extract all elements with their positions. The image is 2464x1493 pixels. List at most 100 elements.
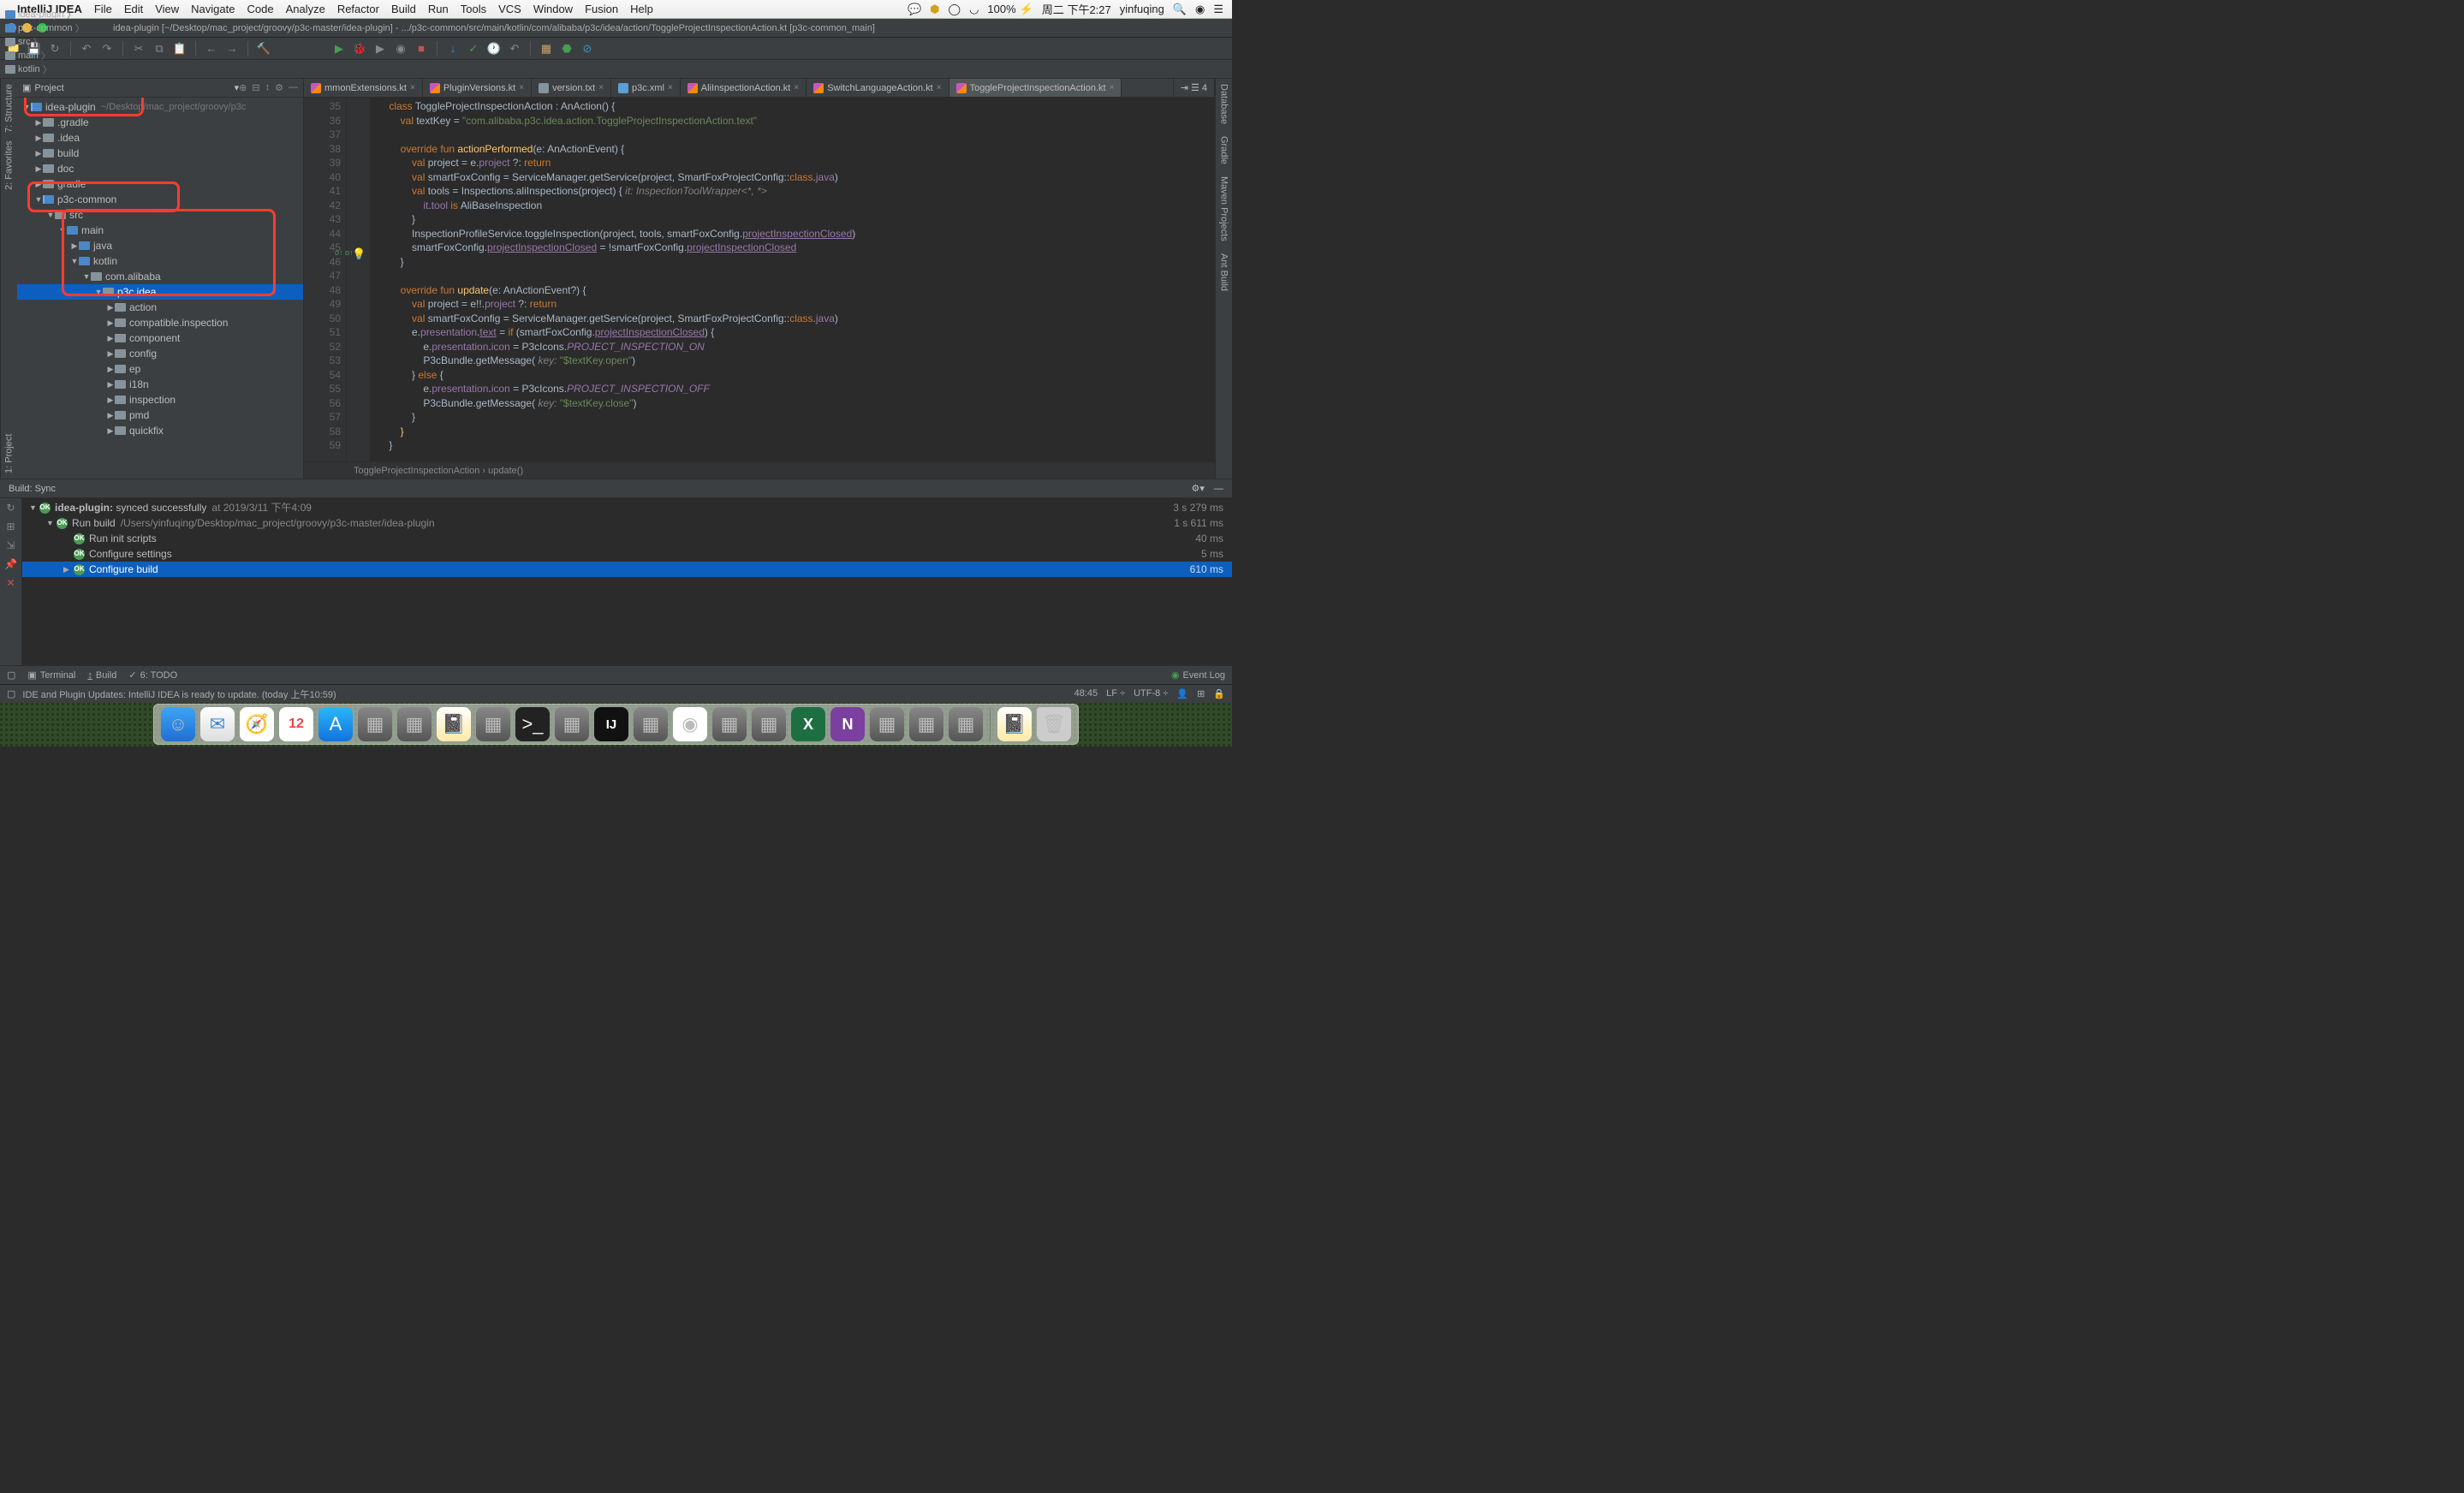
menu-view[interactable]: View: [155, 3, 179, 15]
build-row[interactable]: ▼OKidea-plugin: synced successfullyat 20…: [22, 500, 1232, 515]
menu-help[interactable]: Help: [630, 3, 653, 15]
lock-icon[interactable]: 🔒: [1213, 688, 1225, 699]
project-view-title[interactable]: Project: [34, 83, 230, 93]
override-icon[interactable]: o↑ o↑: [335, 248, 354, 257]
stop-icon[interactable]: ■: [413, 40, 430, 57]
shield-icon[interactable]: ⬢: [930, 3, 939, 16]
menu-edit[interactable]: Edit: [124, 3, 143, 15]
terminal-tab[interactable]: ▣ Terminal: [27, 669, 75, 681]
dock-generic[interactable]: ▦: [909, 707, 943, 741]
run-icon[interactable]: ▶: [330, 40, 348, 57]
tree-item[interactable]: ▶component: [17, 330, 303, 346]
close-icon[interactable]: ✕: [6, 577, 15, 589]
close-tab-icon[interactable]: ×: [794, 83, 799, 92]
dock-safari[interactable]: 🧭: [240, 707, 274, 741]
dock-terminal[interactable]: >_: [515, 707, 550, 741]
tree-item[interactable]: ▶build: [17, 146, 303, 161]
gradle-tool-button[interactable]: Gradle: [1219, 136, 1229, 164]
dock-trash[interactable]: 🗑: [1037, 707, 1071, 741]
vcs-update-icon[interactable]: ↓: [444, 40, 461, 57]
close-tab-icon[interactable]: ×: [598, 83, 604, 92]
menu-window[interactable]: Window: [533, 3, 573, 15]
database-tool-button[interactable]: Database: [1219, 84, 1229, 124]
siri-icon[interactable]: ◉: [1195, 3, 1205, 16]
tree-item[interactable]: ▶config: [17, 346, 303, 361]
tree-item[interactable]: ▶i18n: [17, 377, 303, 392]
dock-generic[interactable]: ▦: [634, 707, 668, 741]
menu-vcs[interactable]: VCS: [498, 3, 521, 15]
close-tab-icon[interactable]: ×: [668, 83, 673, 92]
tree-item[interactable]: ▶.idea: [17, 130, 303, 146]
dock-generic[interactable]: ▦: [949, 707, 983, 741]
dock-mail[interactable]: ✉: [200, 707, 235, 741]
collapse-icon[interactable]: ⊕: [239, 82, 247, 93]
settings-gear-icon[interactable]: ⚙: [275, 82, 283, 93]
vcs-revert-icon[interactable]: ↶: [506, 40, 523, 57]
intention-bulb-icon[interactable]: 💡: [352, 247, 366, 261]
menu-run[interactable]: Run: [428, 3, 449, 15]
inspection-indicator[interactable]: 👤: [1176, 688, 1188, 699]
menu-file[interactable]: File: [94, 3, 112, 15]
build-tree[interactable]: ▼OKidea-plugin: synced successfullyat 20…: [22, 498, 1232, 665]
refresh-icon[interactable]: ↻: [6, 502, 15, 514]
tree-item[interactable]: ▶ep: [17, 361, 303, 377]
close-tab-icon[interactable]: ×: [410, 83, 415, 92]
tree-item[interactable]: ▼kotlin: [17, 253, 303, 269]
copy-icon[interactable]: ⧉: [151, 40, 168, 57]
project-tool-button[interactable]: 1: Project: [4, 434, 15, 473]
tree-item[interactable]: ▼main: [17, 223, 303, 238]
coverage-icon[interactable]: ▶: [372, 40, 389, 57]
antivirus-icon[interactable]: ◯: [949, 3, 961, 16]
dock-notes[interactable]: 📓: [997, 707, 1032, 741]
build-tab[interactable]: ↕ Build: [87, 670, 116, 681]
file-encoding[interactable]: UTF-8 ÷: [1134, 688, 1168, 699]
dock-generic[interactable]: ▦: [752, 707, 786, 741]
tree-item[interactable]: ▶gradle: [17, 176, 303, 192]
notifications-icon[interactable]: ☰: [1213, 3, 1223, 16]
debug-icon[interactable]: 🐞: [351, 40, 368, 57]
editor-tab[interactable]: PluginVersions.kt×: [423, 79, 532, 98]
dock-generic[interactable]: ▦: [870, 707, 904, 741]
build-hide-icon[interactable]: —: [1214, 484, 1223, 494]
dock-notes[interactable]: 📓: [437, 707, 471, 741]
clock[interactable]: 周二 下午2:27: [1042, 1, 1111, 17]
menu-fusion[interactable]: Fusion: [585, 3, 618, 15]
paste-icon[interactable]: 📋: [171, 40, 188, 57]
editor-tab[interactable]: mmonExtensions.kt×: [304, 79, 423, 98]
ali-toggle-icon[interactable]: ⊘: [579, 40, 596, 57]
editor-tab[interactable]: SwitchLanguageAction.kt×: [806, 79, 949, 98]
dock-generic[interactable]: ▦: [476, 707, 510, 741]
dock-appstore[interactable]: A: [318, 707, 353, 741]
menu-navigate[interactable]: Navigate: [191, 3, 235, 15]
event-log-tab[interactable]: ◉ Event Log: [1171, 669, 1225, 681]
build-row[interactable]: OKConfigure settings5 ms: [22, 546, 1232, 562]
dock-finder[interactable]: ☺: [161, 707, 195, 741]
tree-item[interactable]: ▶inspection: [17, 392, 303, 407]
status-icon[interactable]: ▢: [7, 688, 15, 699]
dock-generic[interactable]: ▦: [397, 707, 431, 741]
editor-tab[interactable]: p3c.xml×: [611, 79, 681, 98]
build-icon[interactable]: 🔨: [255, 40, 272, 57]
editor-breadcrumb[interactable]: ToggleProjectInspectionAction › update(): [304, 461, 1215, 479]
forward-icon[interactable]: →: [223, 40, 241, 57]
dock-generic[interactable]: ▦: [555, 707, 589, 741]
maven-tool-button[interactable]: Maven Projects: [1219, 176, 1229, 241]
scroll-from-icon[interactable]: ↕: [265, 82, 271, 93]
build-row[interactable]: ▶OKConfigure build610 ms: [22, 562, 1232, 577]
dock-cal[interactable]: 12: [279, 707, 313, 741]
redo-icon[interactable]: ↷: [98, 40, 116, 57]
hide-icon[interactable]: —: [289, 82, 298, 93]
pin-icon[interactable]: 📌: [4, 558, 17, 570]
close-tab-icon[interactable]: ×: [1110, 83, 1115, 92]
breadcrumb-item[interactable]: main〉: [5, 49, 87, 62]
breadcrumb-item[interactable]: p3c-common〉: [5, 21, 87, 35]
menu-tools[interactable]: Tools: [461, 3, 486, 15]
structure-icon[interactable]: ▦: [538, 40, 555, 57]
tree-item[interactable]: ▶quickfix: [17, 423, 303, 438]
tree-item[interactable]: ▶pmd: [17, 407, 303, 423]
tree-item[interactable]: ▶.gradle: [17, 115, 303, 130]
memory-indicator[interactable]: ⊞: [1197, 688, 1205, 699]
vcs-commit-icon[interactable]: ✓: [465, 40, 482, 57]
menu-build[interactable]: Build: [391, 3, 416, 15]
tree-item[interactable]: ▼src: [17, 207, 303, 223]
